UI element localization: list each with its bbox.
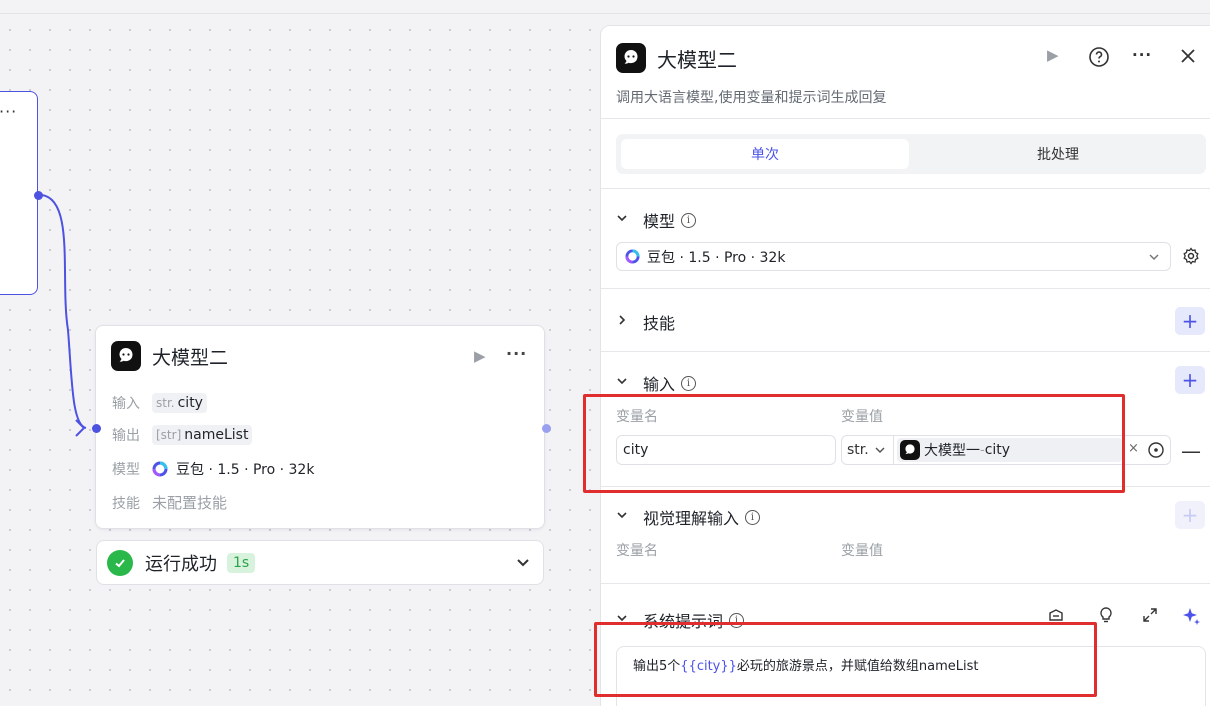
input-variable-tag: str. city [152,393,207,413]
gear-icon[interactable] [1182,247,1200,269]
run-duration-badge: 1s [227,552,256,573]
divider [601,188,1210,189]
divider [601,351,1210,352]
chevron-down-icon [616,212,634,228]
divider [601,118,1210,119]
run-status-text: 运行成功 [145,553,217,575]
column-label-value: 变量值 [841,543,883,559]
add-skill-button[interactable]: + [1175,307,1205,335]
chevron-right-icon [616,314,634,330]
clear-reference-icon[interactable]: × [1128,441,1139,456]
run-mode-tabs: 单次 批处理 [616,134,1206,174]
node-output-row: 输出 [str] nameList [112,425,253,445]
play-icon[interactable]: ▶ [474,347,486,365]
highlight-box-prompt [594,622,1097,697]
input-port[interactable] [92,424,101,433]
output-port[interactable] [542,424,551,433]
column-label-name: 变量名 [616,543,658,559]
play-icon[interactable]: ▶ [1047,46,1059,64]
chevron-down-icon [1147,250,1161,268]
more-icon[interactable]: ··· [506,344,527,363]
section-skills[interactable]: 技能 [616,310,675,334]
divider [601,583,1210,584]
info-icon[interactable]: i [681,212,697,228]
panel-description: 调用大语言模型,使用变量和提示词生成回复 [616,90,887,106]
section-model[interactable]: 模型 i [616,208,697,232]
expand-icon[interactable] [1141,606,1159,628]
remove-input-button[interactable]: — [1181,439,1201,463]
close-icon[interactable] [1179,47,1197,69]
info-icon[interactable]: i [745,509,761,525]
llm-node-card[interactable]: 大模型二 ▶ ··· 输入 str. city 输出 [str] nameLis… [95,325,545,529]
check-icon [107,549,133,576]
node-skill-row: 技能 未配置技能 [112,494,228,512]
divider [601,288,1210,289]
highlight-box-input [583,394,1125,493]
chevron-down-icon[interactable] [515,554,531,574]
help-icon[interactable] [1088,46,1110,72]
target-icon[interactable] [1147,441,1165,463]
section-input[interactable]: 输入 i [616,371,697,395]
node-config-panel: 大模型二 ▶ ··· 调用大语言模型,使用变量和提示词生成回复 单次 批处理 模… [600,25,1210,706]
doubao-logo-icon [152,461,168,477]
bot-logo-icon [111,341,141,371]
doubao-logo-icon [625,249,640,264]
output-variable-tag: [str] nameList [152,425,253,445]
add-vision-input-button[interactable]: + [1175,501,1205,529]
chevron-down-icon [616,375,634,391]
previous-node-card[interactable]: ··· [0,91,38,295]
node-input-row: 输入 str. city [112,393,207,413]
bot-logo-icon [616,43,646,73]
sparkle-icon[interactable] [1181,606,1201,630]
more-icon[interactable]: ··· [1132,46,1152,64]
more-icon[interactable]: ··· [0,102,17,121]
node-title: 大模型二 [152,346,229,369]
bulb-icon[interactable] [1097,606,1115,628]
run-status-bar[interactable]: 运行成功 1s [96,540,544,585]
chevron-down-icon [616,509,634,525]
output-port[interactable] [34,191,43,200]
tab-single[interactable]: 单次 [621,139,909,169]
info-icon[interactable]: i [681,375,697,391]
section-vision-input[interactable]: 视觉理解输入 i [616,505,761,529]
panel-title: 大模型二 [657,47,737,72]
tab-batch[interactable]: 批处理 [913,139,1203,169]
add-input-button[interactable]: + [1175,366,1205,394]
node-model-row: 模型 豆包 · 1.5 · Pro · 32k [112,461,315,478]
model-select[interactable]: 豆包 · 1.5 · Pro · 32k [616,242,1171,271]
